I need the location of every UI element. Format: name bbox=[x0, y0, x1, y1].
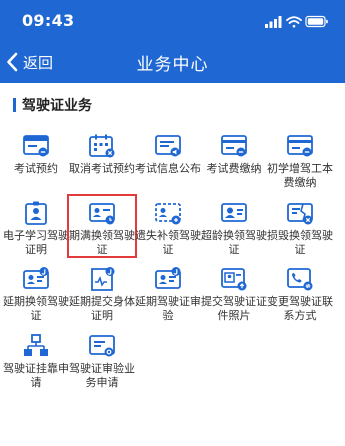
section-title: 驾驶证业务 bbox=[22, 98, 92, 114]
license-lost-icon bbox=[155, 202, 181, 224]
service-extend-renewal[interactable]: 延期换领驾驶证 bbox=[2, 261, 70, 323]
service-label: 电子学习驾驶证明 bbox=[3, 228, 69, 256]
calendar-cancel-icon bbox=[89, 134, 115, 158]
section-header: 驾驶证业务 bbox=[13, 95, 92, 115]
service-new-driver-fee[interactable]: 初学增驾工本费缴纳 bbox=[266, 128, 334, 190]
service-exam-fee-payment[interactable]: 考试费缴纳 bbox=[200, 128, 268, 190]
battery-icon bbox=[305, 15, 328, 28]
service-label: 考试费缴纳 bbox=[206, 162, 262, 175]
back-button[interactable]: 返回 bbox=[6, 49, 76, 75]
section-accent-bar bbox=[13, 98, 16, 112]
license-j-icon bbox=[23, 267, 49, 289]
service-label: 驾驶证挂靠申请 bbox=[3, 361, 69, 389]
license-j-icon bbox=[155, 267, 181, 289]
service-label: 延期换领驾驶证 bbox=[3, 295, 69, 322]
service-label: 损毁换领驾驶证 bbox=[267, 228, 333, 256]
wifi-icon bbox=[286, 16, 302, 28]
service-expiry-renewal[interactable]: 期满换领驾驶证 bbox=[67, 193, 137, 258]
header: 09:43 返回 业务中心 bbox=[0, 0, 345, 83]
license-clock-icon bbox=[89, 202, 115, 224]
back-label: 返回 bbox=[23, 53, 54, 72]
card-minus-icon bbox=[23, 135, 49, 157]
phone-change-icon bbox=[287, 268, 313, 291]
service-extend-license-review[interactable]: 延期驾驶证审验 bbox=[134, 261, 202, 323]
service-over-age-renewal[interactable]: 超龄换领驾驶证 bbox=[200, 195, 268, 257]
status-bar: 09:43 bbox=[0, 0, 345, 40]
id-badge-icon bbox=[25, 201, 47, 225]
service-review-business-apply[interactable]: 驾驶证审验业务申请 bbox=[68, 328, 136, 390]
license-broken-icon bbox=[287, 202, 313, 224]
service-label: 期满换领驾驶证 bbox=[69, 228, 135, 256]
service-extend-health-proof[interactable]: 延期提交身体证明 bbox=[68, 261, 136, 323]
service-submit-license-photo[interactable]: 提交驾驶证证件照片 bbox=[200, 261, 268, 323]
service-label: 变更驾驶证联系方式 bbox=[267, 295, 333, 322]
service-label: 取消考试预约 bbox=[69, 162, 135, 175]
service-e-study-license[interactable]: 电子学习驾驶证明 bbox=[2, 195, 70, 257]
service-label: 提交驾驶证证件照片 bbox=[201, 295, 267, 322]
service-label: 驾驶证审验业务申请 bbox=[69, 361, 135, 389]
service-lost-reissue[interactable]: 遗失补领驾驶证 bbox=[134, 195, 202, 257]
photo-upload-icon bbox=[221, 268, 247, 291]
org-chart-icon bbox=[24, 333, 48, 356]
card-speaker-icon bbox=[155, 135, 181, 157]
service-label: 延期提交身体证明 bbox=[69, 295, 135, 322]
service-label: 初学增驾工本费缴纳 bbox=[267, 162, 333, 189]
card-lines-icon bbox=[287, 135, 313, 157]
service-license-affiliation[interactable]: 驾驶证挂靠申请 bbox=[2, 328, 70, 390]
service-label: 考试信息公布 bbox=[135, 162, 201, 175]
nav-bar: 返回 业务中心 bbox=[0, 40, 345, 83]
card-lines-icon bbox=[221, 135, 247, 157]
service-exam-booking[interactable]: 考试预约 bbox=[2, 128, 70, 190]
license-person-icon bbox=[221, 202, 247, 222]
service-label: 考试预约 bbox=[14, 162, 58, 175]
service-label: 遗失补领驾驶证 bbox=[135, 228, 201, 256]
status-icons bbox=[265, 15, 328, 28]
service-cancel-exam-booking[interactable]: 取消考试预约 bbox=[68, 128, 136, 190]
service-change-contact[interactable]: 变更驾驶证联系方式 bbox=[266, 261, 334, 323]
signal-icon bbox=[265, 16, 282, 28]
status-time: 09:43 bbox=[22, 11, 75, 30]
service-exam-info-publish[interactable]: 考试信息公布 bbox=[134, 128, 202, 190]
chevron-left-icon bbox=[7, 52, 18, 72]
service-label: 延期驾驶证审验 bbox=[135, 295, 201, 322]
service-label: 超龄换领驾驶证 bbox=[201, 228, 267, 256]
health-cert-icon bbox=[91, 267, 115, 291]
card-gear-icon bbox=[89, 334, 115, 356]
service-damaged-renewal[interactable]: 损毁换领驾驶证 bbox=[266, 195, 334, 257]
